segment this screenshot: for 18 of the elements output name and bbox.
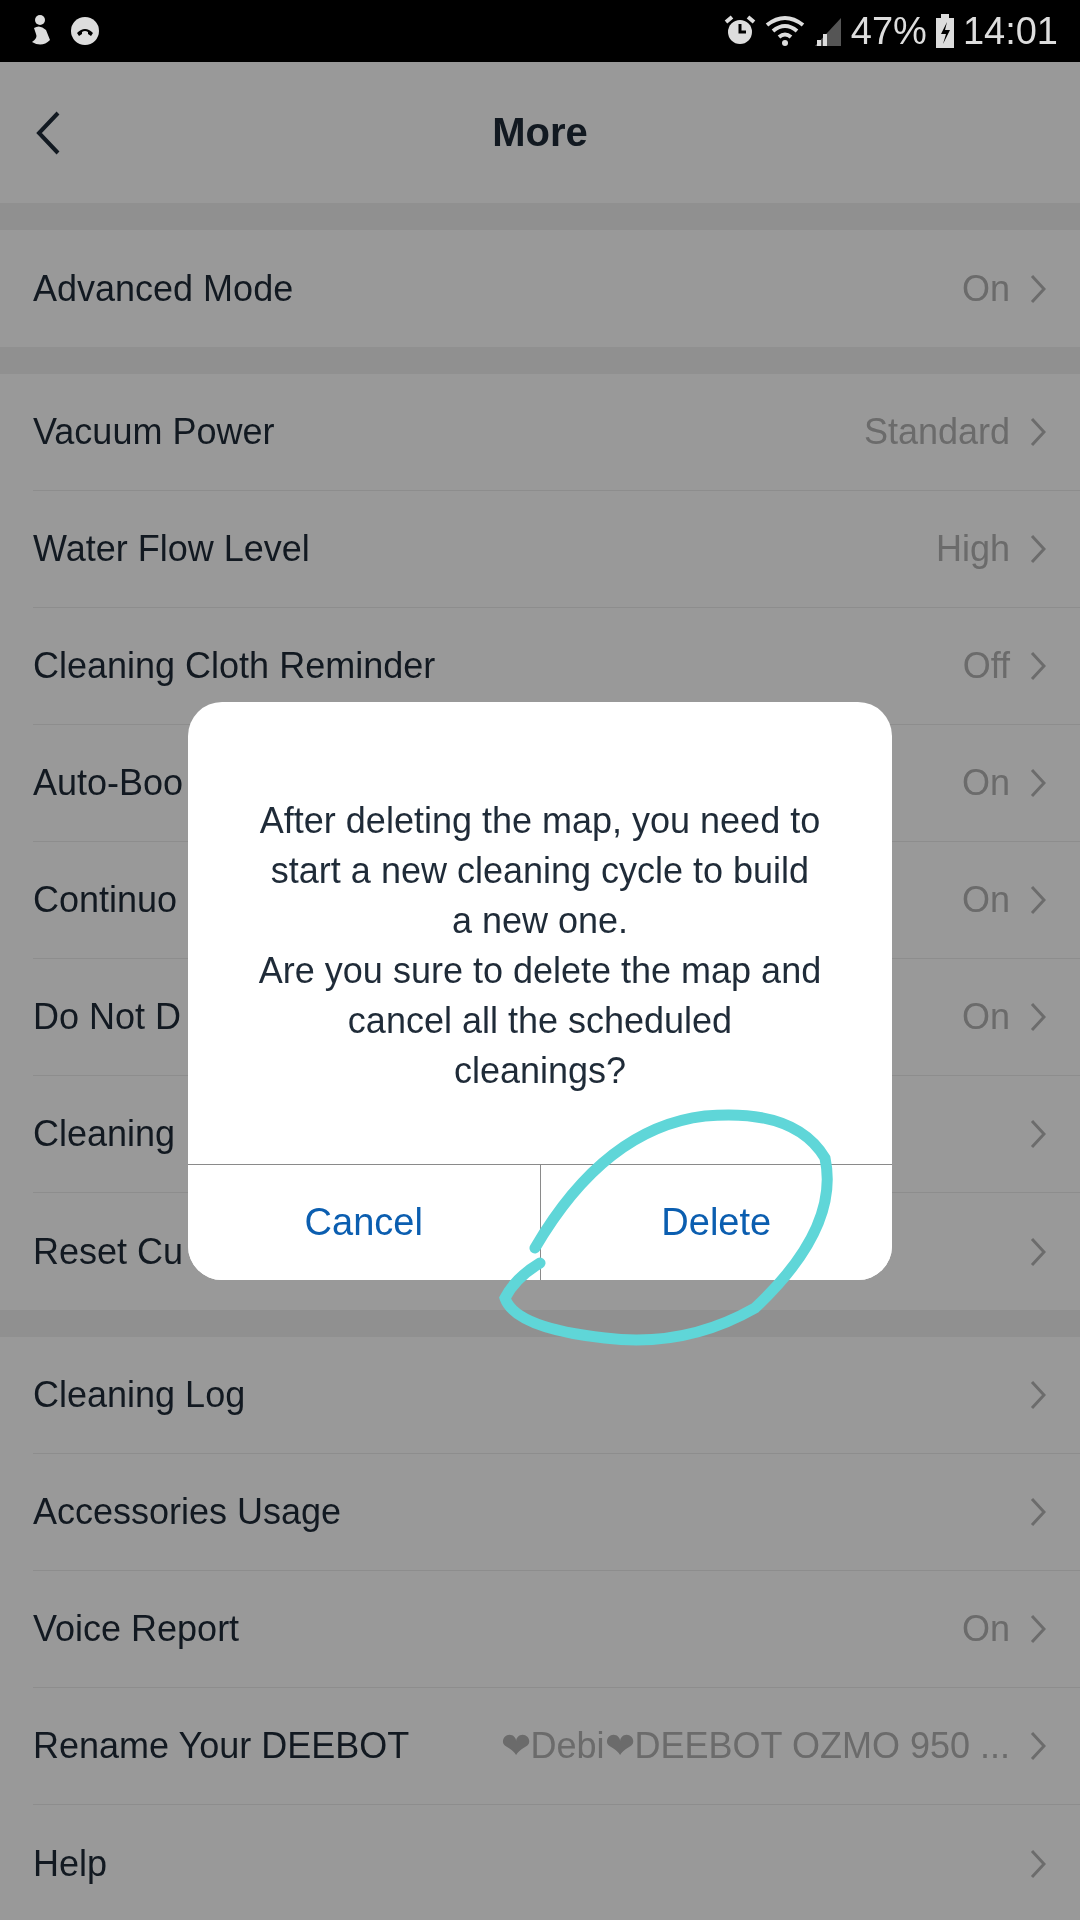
row-label: Advanced Mode [33,267,294,310]
row-label: Voice Report [33,1608,240,1650]
row-label: Rename Your DEEBOT [33,1725,410,1767]
row-label: Cleaning [33,1113,176,1155]
row-label: Do Not D [33,996,182,1038]
row-label: Cleaning Log [33,1374,246,1416]
row-label: Accessories Usage [33,1491,342,1533]
row-label: Water Flow Level [33,528,310,570]
row-label: Vacuum Power [33,411,275,453]
dialog-message: After deleting the map, you need to start a new cleaning cycle to build a new one. Are you sure to delete the map and cancel all the scheduled cleanings? [257,799,823,1093]
row-label: Auto-Boo [33,762,184,804]
row-label: Cleaning Cloth Reminder [33,645,436,687]
battery-percentage: 47% [850,9,927,53]
row-label: Reset Cu [33,1230,184,1273]
page-title: More [492,110,588,155]
clock-time: 14:01 [962,9,1058,53]
row-label: Continuo [33,879,178,921]
row-label: Help [33,1842,108,1885]
